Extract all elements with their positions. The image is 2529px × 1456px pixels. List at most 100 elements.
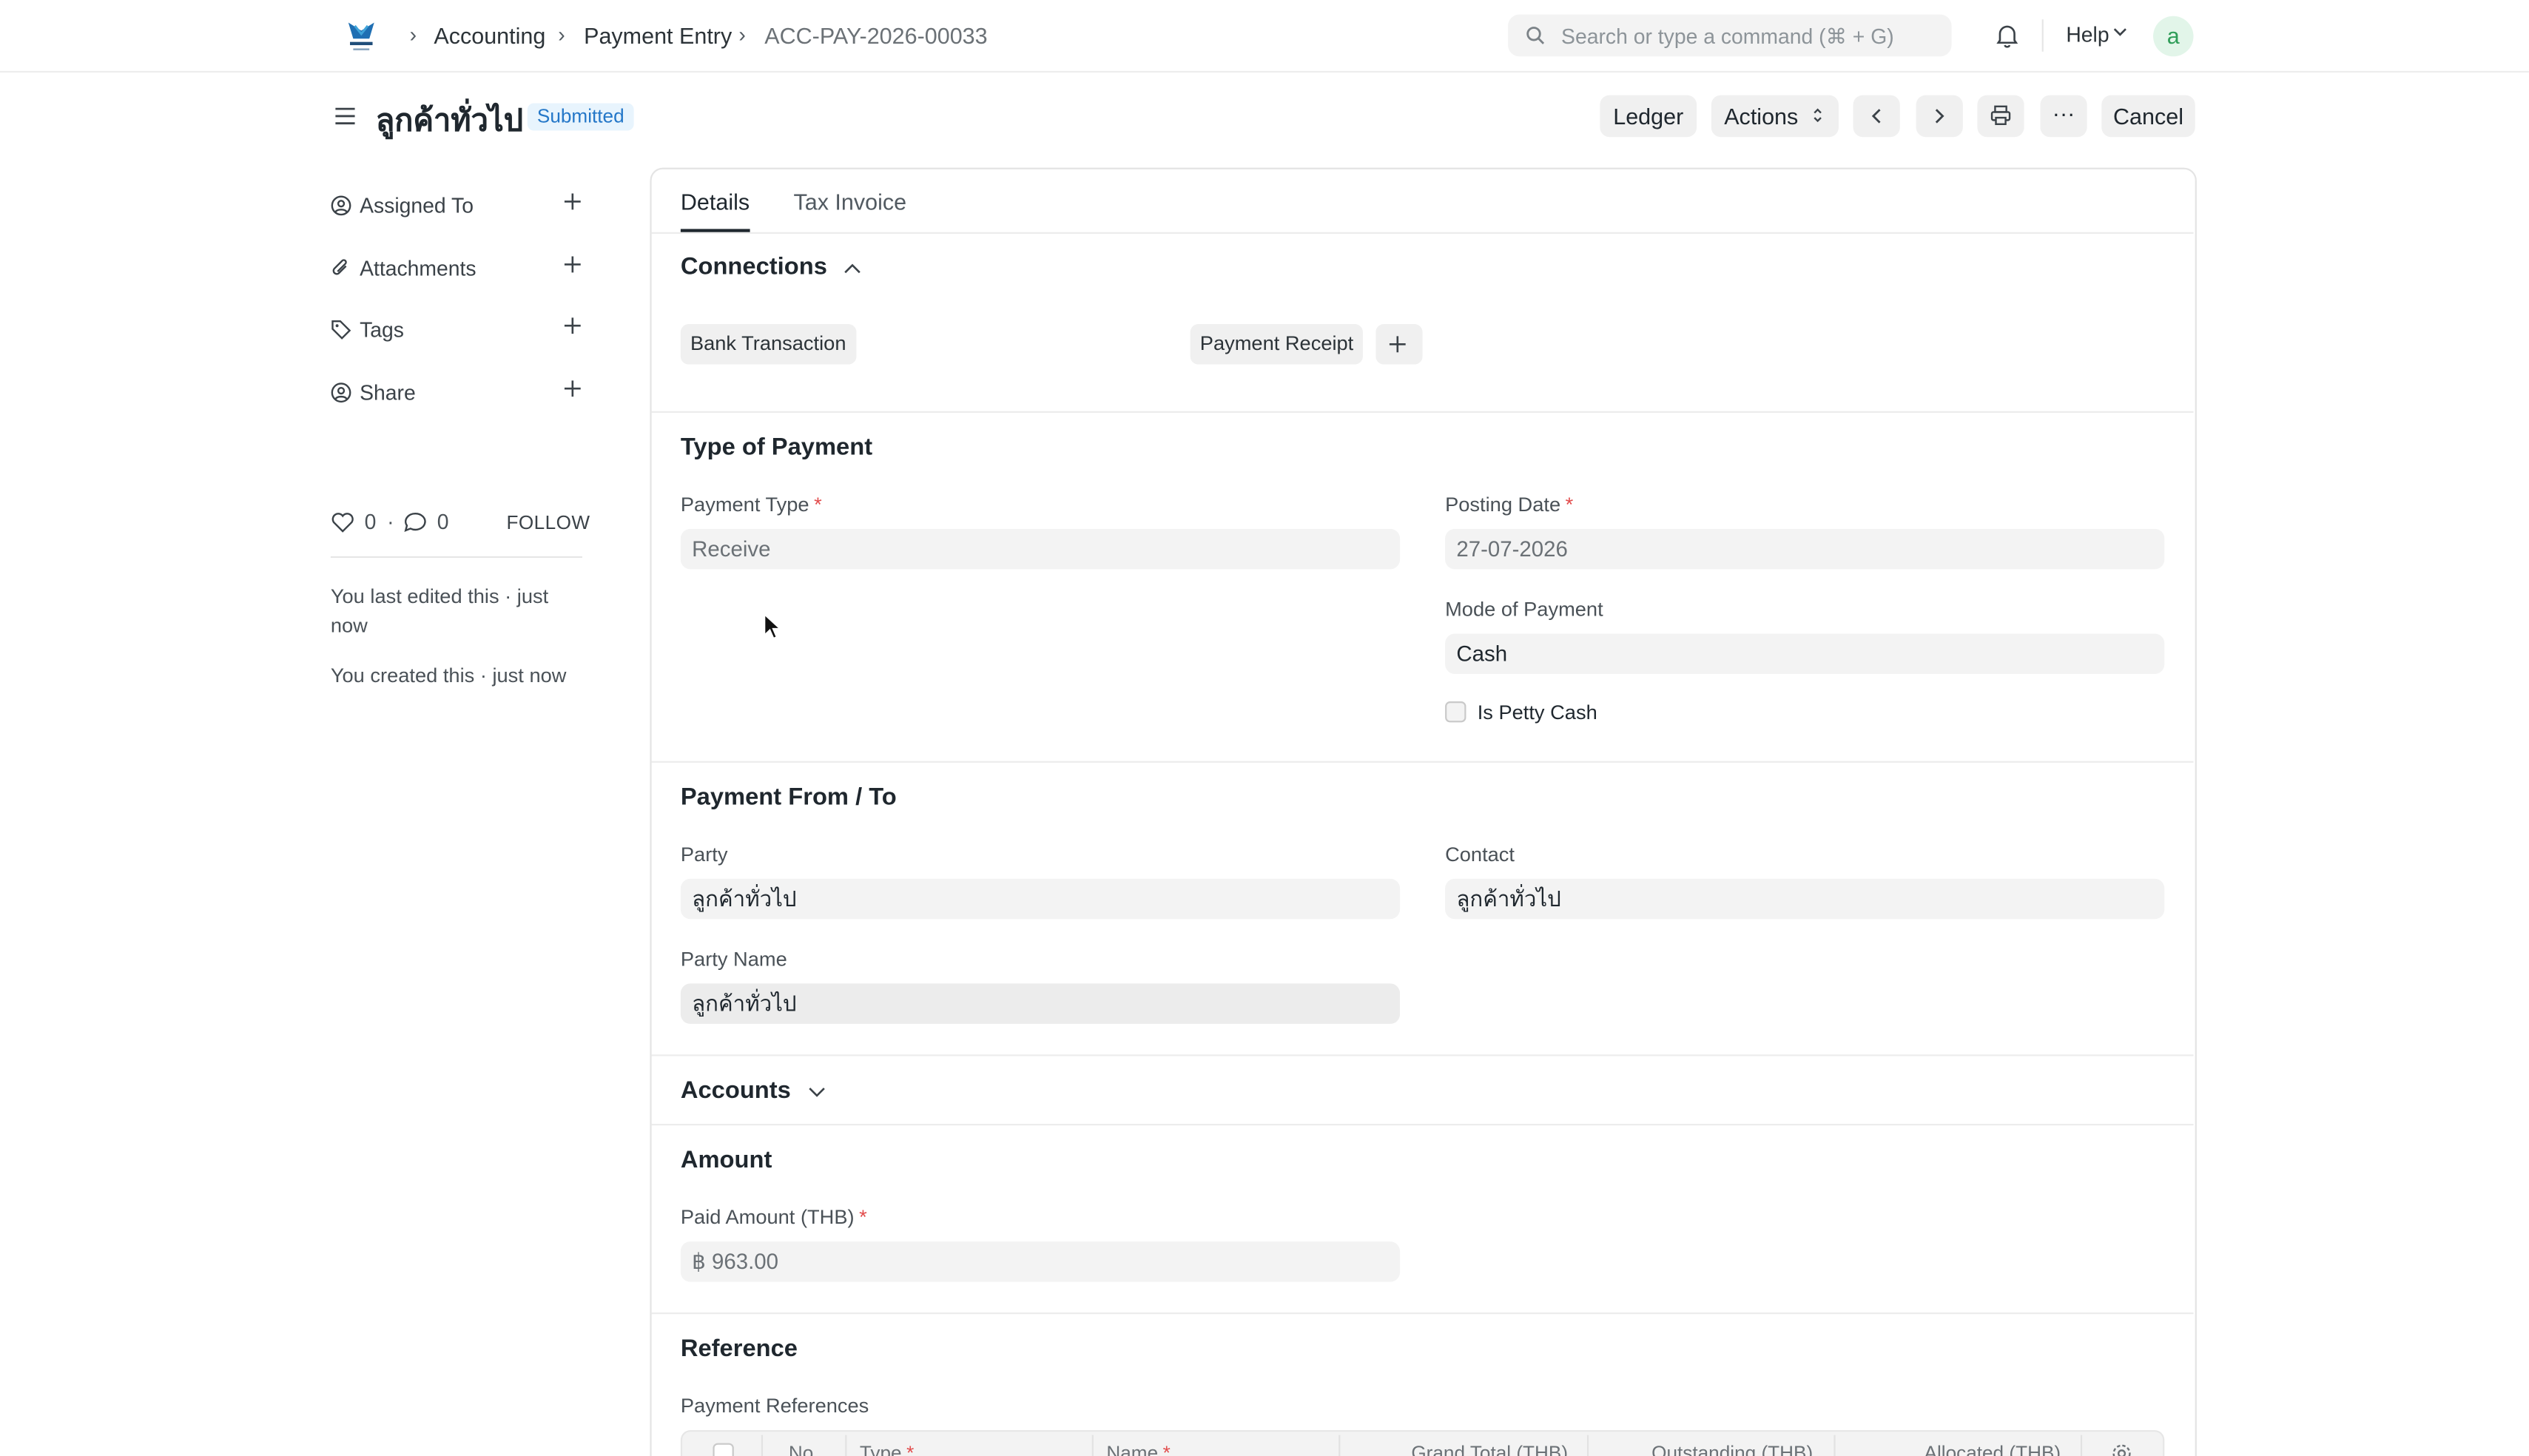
page-title: ลูกค้าทั่วไป [375,104,524,139]
follow-button[interactable]: FOLLOW [506,511,590,534]
payment-references-label: Payment References [680,1395,869,1418]
sidebar-item-label: Tags [360,317,404,343]
payment-from-to-title: Payment From / To [680,783,897,812]
chevron-right-icon: › [738,22,746,47]
column-separator [845,1435,847,1456]
search-icon [1526,26,1545,45]
mouse-cursor-icon [763,613,783,641]
column-header-outstanding: Outstanding (THB) [1651,1441,1814,1456]
print-button[interactable] [1977,95,2024,138]
share-user-icon [331,382,351,403]
sidebar-item-label: Share [360,380,416,405]
posting-date-field[interactable]: 27-07-2026 [1445,528,2165,570]
created-text: You created this · just now [330,664,567,687]
add-user-icon [331,195,351,216]
is-petty-cash-checkbox[interactable] [1445,701,1466,723]
settings-gear-icon[interactable] [2111,1443,2132,1456]
divider [651,1054,2194,1056]
chevron-left-icon [1871,108,1882,124]
comment-count: 0 [437,509,449,534]
party-name-label: Party Name [680,948,787,971]
is-petty-cash-label: Is Petty Cash [1477,701,1597,724]
divider [651,411,2194,413]
paperclip-icon [331,258,351,279]
add-share-button[interactable] [563,379,582,398]
comment-icon [403,511,428,534]
party-label: Party [680,843,728,866]
chevron-up-icon[interactable] [843,263,861,274]
amount-title: Amount [680,1146,772,1174]
payment-type-label: Payment Type * [680,493,822,516]
column-header-type: Type * [859,1441,915,1456]
tab-tax-invoice[interactable]: Tax Invoice [793,189,906,215]
previous-doc-button[interactable] [1853,95,1900,138]
select-all-checkbox[interactable] [713,1443,734,1456]
reference-title: Reference [680,1335,798,1363]
add-attachment-button[interactable] [563,255,582,274]
sidebar-item-label: Assigned To [360,193,474,218]
avatar[interactable]: a [2153,16,2194,57]
last-edited-text: You last edited this · just now [330,585,549,637]
chevron-updown-icon [1813,107,1822,124]
sidebar-divider [330,556,582,559]
help-label[interactable]: Help [2066,23,2109,47]
column-separator [1833,1435,1836,1456]
navbar-divider [2041,19,2044,52]
payment-type-field[interactable]: Receive [680,528,1401,570]
add-connection-button[interactable] [1375,324,1423,365]
party-field[interactable]: ลูกค้าทั่วไป [680,878,1401,920]
plus-icon [1389,335,1407,353]
sidebar-item-assigned-to[interactable]: Assigned To [331,190,582,223]
actions-button[interactable]: Actions [1711,95,1839,138]
printer-icon [1990,105,2011,126]
separator-dot: · [387,509,394,534]
search-bar[interactable]: Search or type a command (⌘ + G) [1508,14,1952,57]
tab-details[interactable]: Details [681,189,750,215]
chevron-down-icon[interactable] [2113,27,2128,37]
column-header-allocated: Allocated (THB) [1924,1441,2061,1456]
chevron-down-icon[interactable] [808,1087,826,1098]
add-tag-button[interactable] [563,316,582,335]
app-logo[interactable] [342,18,380,56]
paid-amount-field[interactable]: ฿ 963.00 [680,1241,1401,1282]
posting-date-label: Posting Date * [1445,493,1574,516]
actions-label[interactable]: Actions [1724,103,1798,129]
column-separator [1338,1435,1341,1456]
contact-field[interactable]: ลูกค้าทั่วไป [1445,878,2165,920]
sidebar-item-attachments[interactable]: Attachments [331,253,582,286]
divider [651,761,2194,763]
type-of-payment-title: Type of Payment [680,434,873,462]
chevron-right-icon: › [409,22,417,47]
connection-bank-transaction[interactable]: Bank Transaction [680,324,856,365]
breadcrumb-document-id: ACC-PAY-2026-00033 [764,22,988,49]
help-menu[interactable]: Help [2066,23,2109,47]
sidebar-toggle-icon[interactable] [334,105,357,128]
sidebar-item-tags[interactable]: Tags [331,314,582,347]
cancel-button[interactable]: Cancel [2101,95,2195,138]
breadcrumb-accounting[interactable]: Accounting [434,23,545,49]
divider [651,1124,2194,1126]
tag-icon [331,320,351,340]
sidebar-item-label: Attachments [360,256,476,281]
divider [651,1312,2194,1315]
ledger-button[interactable]: Ledger [1600,95,1697,138]
party-name-field[interactable]: ลูกค้าทั่วไป [680,983,1401,1024]
paid-amount-label: Paid Amount (THB) * [680,1206,867,1229]
connections-title[interactable]: Connections [681,253,827,280]
accounts-title[interactable]: Accounts [681,1077,791,1105]
notification-bell-icon[interactable] [1995,23,2019,49]
next-doc-button[interactable] [1916,95,1963,138]
mode-of-payment-field[interactable]: Cash [1445,633,2165,674]
add-assignment-button[interactable] [563,192,582,211]
divider [651,232,2194,235]
heart-icon [331,511,355,534]
column-separator [2080,1435,2083,1456]
more-options-button[interactable]: ··· [2040,95,2087,138]
search-input[interactable]: Search or type a command (⌘ + G) [1561,24,1894,50]
status-badge: Submitted [527,103,634,131]
connection-payment-receipt[interactable]: Payment Receipt [1190,324,1364,365]
chevron-right-icon [1934,108,1945,124]
breadcrumb-payment-entry[interactable]: Payment Entry [584,23,732,49]
sidebar-item-share[interactable]: Share [331,377,582,410]
column-header-name: Name * [1106,1441,1171,1456]
